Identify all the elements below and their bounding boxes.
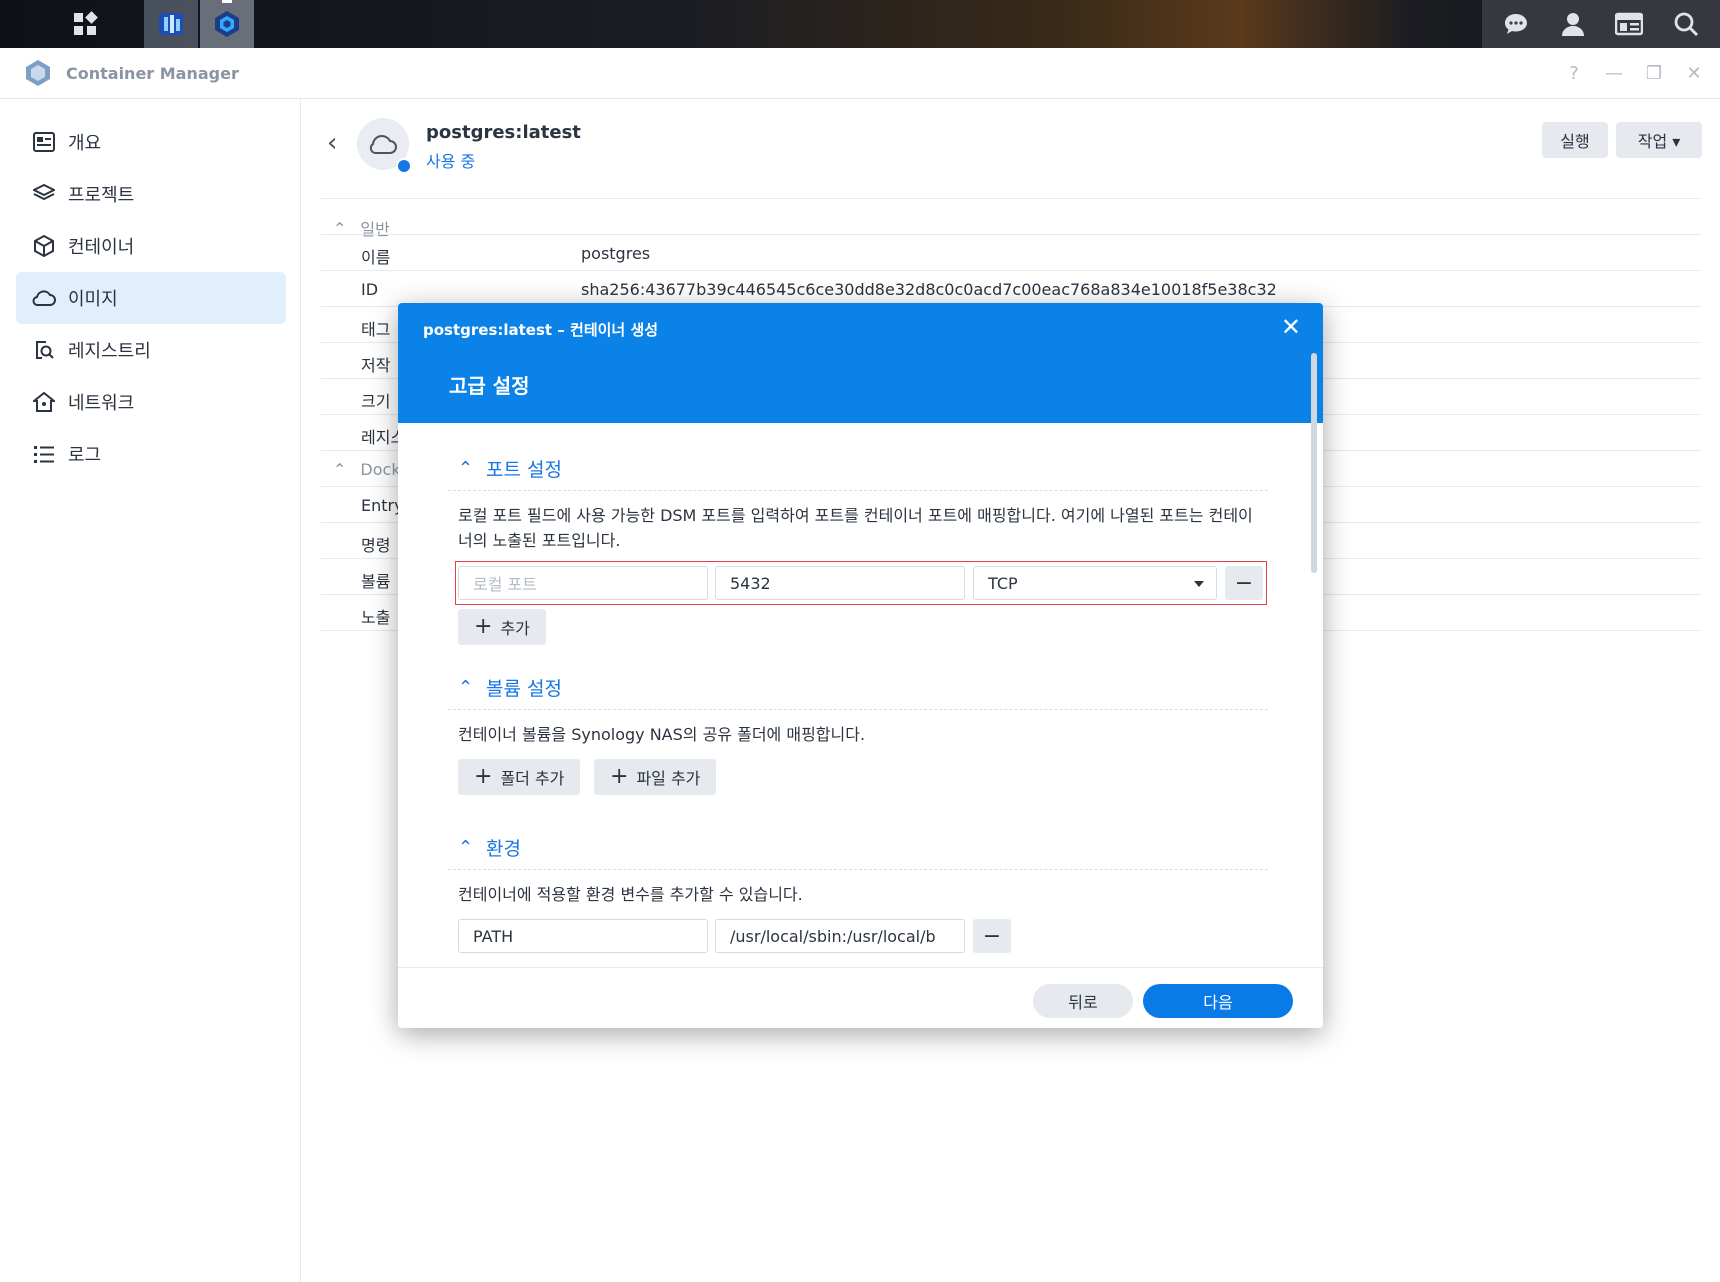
sidebar-item-label: 이미지 xyxy=(68,289,118,310)
layers-icon xyxy=(32,182,56,206)
taskbar-app-package-center[interactable] xyxy=(144,0,198,48)
section-environment[interactable]: ⌃ 환경 xyxy=(448,825,1268,870)
dialog-title: postgres:latest – 컨테이너 생성 xyxy=(423,321,659,339)
add-port-button[interactable]: + 추가 xyxy=(458,609,546,645)
cube-icon xyxy=(32,234,56,258)
container-manager-logo-icon xyxy=(26,60,50,86)
image-status: 사용 중 xyxy=(426,152,476,171)
list-icon xyxy=(32,442,56,466)
chat-icon[interactable] xyxy=(1501,9,1531,39)
chevron-up-icon: ⌃ xyxy=(333,460,347,479)
section-volume-settings[interactable]: ⌃ 볼륨 설정 xyxy=(448,665,1268,710)
detail-row-value: postgres xyxy=(581,244,651,263)
grid-icon xyxy=(74,11,98,35)
local-port-input[interactable]: 로컬 포트 xyxy=(458,566,708,600)
user-icon[interactable] xyxy=(1558,9,1588,39)
remove-env-button[interactable]: − xyxy=(973,919,1011,953)
sidebar-item-network[interactable]: 네트워크 xyxy=(16,376,286,428)
env-value-input[interactable]: /usr/local/sbin:/usr/local/b xyxy=(715,919,965,953)
port-description: 로컬 포트 필드에 사용 가능한 DSM 포트를 입력하여 포트를 컨테이너 포… xyxy=(458,506,1253,550)
close-icon[interactable]: ✕ xyxy=(1281,313,1301,341)
back-button[interactable]: 뒤로 xyxy=(1033,984,1133,1018)
sidebar-item-label: 레지스트리 xyxy=(68,341,151,362)
section-port-settings[interactable]: ⌃ 포트 설정 xyxy=(448,446,1268,491)
chevron-up-icon: ⌃ xyxy=(458,836,474,858)
env-name-input[interactable]: PATH xyxy=(458,919,708,953)
divider xyxy=(321,234,1701,235)
cloud-icon xyxy=(369,135,397,154)
detail-row-label: 노출 xyxy=(361,608,391,627)
add-folder-button[interactable]: + 폴더 추가 xyxy=(458,759,581,795)
detail-row-label: 볼륨 xyxy=(361,572,391,591)
env-description: 컨테이너에 적용할 환경 변수를 추가할 수 있습니다. xyxy=(458,885,803,904)
restore-icon[interactable]: ❐ xyxy=(1644,63,1664,84)
widgets-icon[interactable] xyxy=(1614,9,1644,39)
sidebar-item-log[interactable]: 로그 xyxy=(16,428,286,480)
run-button[interactable]: 실행 xyxy=(1542,122,1608,158)
help-icon[interactable]: ? xyxy=(1564,63,1584,84)
detail-row-label: 이름 xyxy=(361,248,391,267)
package-center-icon xyxy=(159,13,183,35)
overview-icon xyxy=(32,130,56,154)
protocol-select[interactable]: TCP xyxy=(973,566,1217,600)
sidebar-item-label: 로그 xyxy=(68,445,102,466)
window-titlebar: Container Manager ? — ❐ ✕ xyxy=(0,48,1720,99)
container-manager-icon xyxy=(215,11,239,37)
status-dot xyxy=(396,158,412,174)
back-chevron-icon[interactable]: ‹ xyxy=(327,128,337,158)
window-title: Container Manager xyxy=(66,63,239,83)
section-docker[interactable]: ⌃ Dock xyxy=(333,460,401,479)
main-menu-button[interactable] xyxy=(40,0,130,48)
sidebar-item-containers[interactable]: 컨테이너 xyxy=(16,220,286,272)
taskbar-app-container-manager[interactable] xyxy=(200,0,254,48)
registry-search-icon xyxy=(32,338,56,362)
section-general[interactable]: ⌃ 일반 xyxy=(333,216,390,240)
sidebar-item-images[interactable]: 이미지 xyxy=(16,272,286,324)
cloud-icon xyxy=(32,286,56,310)
sidebar-item-label: 컨테이너 xyxy=(68,237,135,258)
dialog-footer: 뒤로 다음 xyxy=(398,967,1323,1028)
detail-row-label: 크기 xyxy=(361,392,391,411)
sidebar-item-label: 프로젝트 xyxy=(68,185,135,206)
sidebar-item-registry[interactable]: 레지스트리 xyxy=(16,324,286,376)
add-file-button[interactable]: + 파일 추가 xyxy=(594,759,717,795)
plus-icon: + xyxy=(610,764,629,789)
chevron-up-icon: ⌃ xyxy=(458,457,474,479)
volume-description: 컨테이너 볼륨을 Synology NAS의 공유 폴더에 매핑합니다. xyxy=(458,725,866,744)
dropdown-arrow-icon xyxy=(1194,581,1204,587)
detail-row-label: 태그 xyxy=(361,320,391,339)
sidebar-item-label: 개요 xyxy=(68,133,102,154)
sidebar: 개요 프로젝트 컨테이너 이미지 레지스트리 네트워크 로그 xyxy=(0,98,301,1282)
plus-icon: + xyxy=(474,614,493,639)
search-icon[interactable] xyxy=(1671,9,1701,39)
sidebar-item-label: 네트워크 xyxy=(68,393,135,414)
divider xyxy=(321,198,1701,199)
detail-row-value: sha256:43677b39c446545c6ce30dd8e32d8c0c0… xyxy=(581,280,1277,299)
minimize-icon[interactable]: — xyxy=(1604,63,1624,84)
network-home-icon xyxy=(32,390,56,414)
remove-port-button[interactable]: − xyxy=(1225,566,1263,600)
detail-row-label: 저작 xyxy=(361,356,391,375)
taskbar xyxy=(0,0,1720,48)
next-button[interactable]: 다음 xyxy=(1143,984,1293,1018)
scrollbar[interactable] xyxy=(1311,353,1317,573)
container-port-input[interactable]: 5432 xyxy=(715,566,965,600)
dialog-header: postgres:latest – 컨테이너 생성 ✕ 고급 설정 xyxy=(398,303,1323,423)
dialog-subtitle: 고급 설정 xyxy=(449,374,530,398)
plus-icon: + xyxy=(474,764,493,789)
detail-row-label: ID xyxy=(361,280,379,299)
close-icon[interactable]: ✕ xyxy=(1684,63,1704,84)
sidebar-item-overview[interactable]: 개요 xyxy=(16,116,286,168)
detail-row-label: 명령 xyxy=(361,536,391,555)
chevron-up-icon: ⌃ xyxy=(458,676,474,698)
sidebar-item-projects[interactable]: 프로젝트 xyxy=(16,168,286,220)
image-name: postgres:latest xyxy=(426,122,581,143)
taskbar-tray xyxy=(1482,0,1720,48)
divider xyxy=(321,270,1701,271)
create-container-dialog: postgres:latest – 컨테이너 생성 ✕ 고급 설정 ⌃ 포트 설… xyxy=(398,303,1323,1028)
window-controls: ? — ❐ ✕ xyxy=(1564,48,1704,98)
action-dropdown-button[interactable]: 작업 ▾ xyxy=(1616,122,1702,158)
